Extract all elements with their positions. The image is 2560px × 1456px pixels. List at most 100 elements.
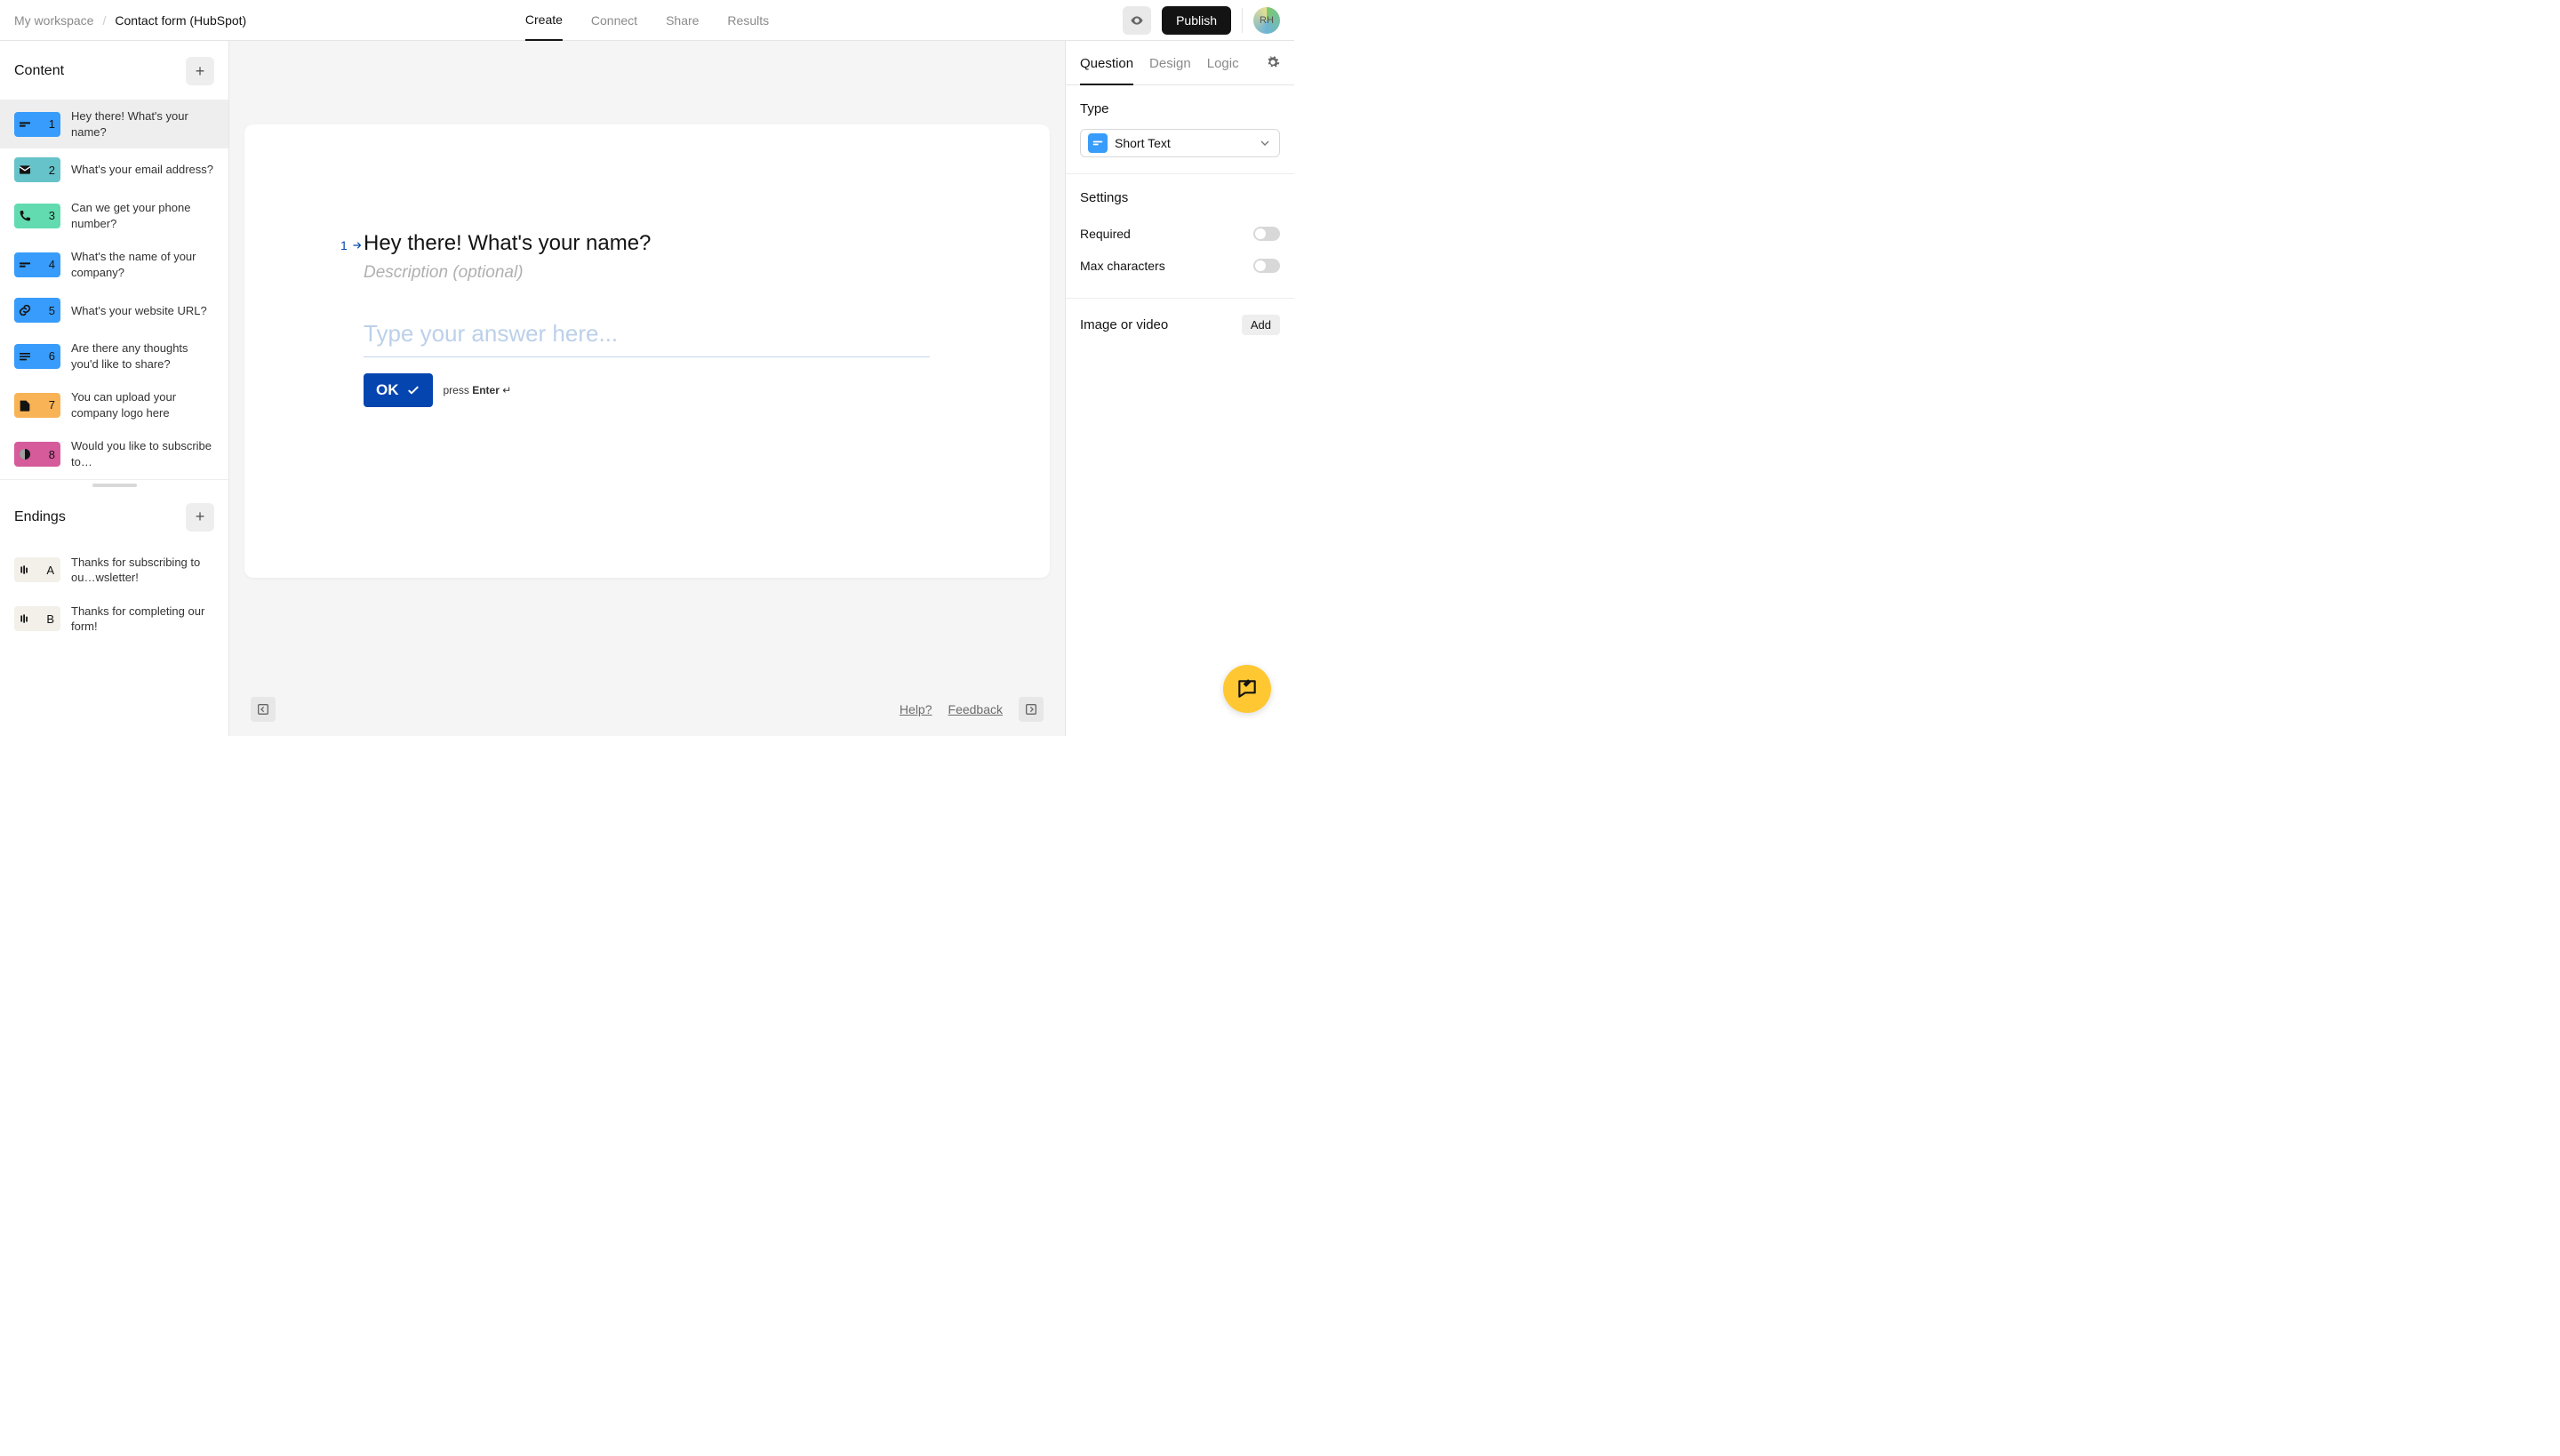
question-badge: 6 [14, 344, 60, 369]
question-item-1[interactable]: 1 Hey there! What's your name? [0, 100, 228, 148]
collapse-right-button[interactable] [1019, 697, 1044, 722]
divider [1242, 8, 1243, 33]
email-icon [18, 163, 32, 177]
question-number-badge: 4 [49, 258, 55, 271]
media-label: Image or video [1080, 317, 1168, 332]
link-icon [18, 303, 32, 317]
user-avatar[interactable]: RH [1253, 7, 1280, 34]
question-label: Would you like to subscribe to… [71, 438, 214, 469]
tab-create[interactable]: Create [525, 0, 563, 41]
required-toggle[interactable] [1253, 227, 1280, 241]
question-badge: 4 [14, 252, 60, 277]
question-badge: 8 [14, 442, 60, 467]
ending-icon [19, 564, 31, 576]
question-title-input[interactable]: Hey there! What's your name? [364, 231, 931, 256]
long-text-icon [18, 349, 32, 364]
feedback-link[interactable]: Feedback [948, 702, 1003, 716]
question-label: You can upload your company logo here [71, 389, 214, 420]
gear-icon [1266, 55, 1280, 69]
add-media-button[interactable]: Add [1242, 315, 1280, 335]
endings-header: Endings [14, 509, 66, 525]
question-item-3[interactable]: 3 Can we get your phone number? [0, 191, 228, 240]
question-label: What's your website URL? [71, 303, 214, 319]
ending-item-A[interactable]: A Thanks for subscribing to ou…wsletter! [0, 546, 228, 595]
question-number-badge: 2 [49, 164, 55, 177]
question-number-badge: 8 [49, 448, 55, 461]
short-text-icon [18, 117, 32, 132]
question-label: Are there any thoughts you'd like to sha… [71, 340, 214, 372]
form-title[interactable]: Contact form (HubSpot) [115, 13, 246, 28]
question-description-input[interactable]: Description (optional) [364, 263, 931, 283]
question-badge: 7 [14, 393, 60, 418]
chevron-down-icon [1258, 136, 1272, 150]
question-label: What's your email address? [71, 162, 214, 178]
breadcrumb: My workspace / Contact form (HubSpot) [14, 13, 246, 28]
answer-input[interactable] [364, 315, 930, 357]
settings-label: Settings [1080, 190, 1280, 205]
ending-letter: B [46, 612, 54, 626]
question-type-select[interactable]: Short Text [1080, 129, 1280, 157]
maxchars-label: Max characters [1080, 259, 1165, 273]
phone-icon [18, 209, 32, 223]
question-item-4[interactable]: 4 What's the name of your company? [0, 240, 228, 289]
short-text-icon [18, 258, 32, 272]
question-item-8[interactable]: 8 Would you like to subscribe to… [0, 429, 228, 478]
settings-gear-button[interactable] [1266, 55, 1280, 84]
top-nav: Create Connect Share Results [525, 0, 769, 41]
workspace-link[interactable]: My workspace [14, 13, 93, 28]
question-list: 1 Hey there! What's your name? 2 What's … [0, 100, 228, 480]
top-bar: My workspace / Contact form (HubSpot) Cr… [0, 0, 1294, 41]
short-text-icon [1088, 133, 1108, 153]
add-ending-button[interactable]: + [186, 503, 214, 532]
tab-logic[interactable]: Logic [1207, 56, 1239, 84]
question-item-6[interactable]: 6 Are there any thoughts you'd like to s… [0, 332, 228, 380]
tab-results[interactable]: Results [727, 0, 769, 41]
canvas-area: 1 Hey there! What's your name? Descripti… [229, 41, 1065, 736]
help-link[interactable]: Help? [900, 702, 932, 716]
question-number-badge: 3 [49, 209, 55, 222]
question-number: 1 [340, 238, 364, 252]
type-value: Short Text [1115, 136, 1171, 150]
question-badge: 5 [14, 298, 60, 323]
collapse-left-icon [256, 702, 270, 716]
tab-share[interactable]: Share [666, 0, 699, 41]
question-number-badge: 7 [49, 398, 55, 412]
question-label: What's the name of your company? [71, 249, 214, 280]
left-sidebar: Content + 1 Hey there! What's your name?… [0, 41, 229, 736]
tab-design[interactable]: Design [1149, 56, 1191, 84]
add-question-button[interactable]: + [186, 57, 214, 85]
ending-badge: A [14, 557, 60, 582]
question-number-badge: 5 [49, 304, 55, 317]
ok-button[interactable]: OK [364, 373, 433, 407]
help-fab[interactable] [1223, 665, 1271, 713]
question-badge: 2 [14, 157, 60, 182]
collapse-left-button[interactable] [251, 697, 276, 722]
required-label: Required [1080, 227, 1131, 241]
question-item-7[interactable]: 7 You can upload your company logo here [0, 380, 228, 429]
ending-label: Thanks for subscribing to ou…wsletter! [71, 555, 214, 586]
content-header: Content [14, 63, 64, 79]
enter-hint: press Enter ↵ [444, 384, 512, 396]
type-label: Type [1080, 101, 1280, 116]
canvas-footer: Help? Feedback [229, 697, 1065, 722]
eye-icon [1130, 13, 1144, 28]
ending-label: Thanks for completing our form! [71, 604, 214, 635]
preview-button[interactable] [1123, 6, 1151, 35]
right-sidebar: Question Design Logic Type Short Text Se… [1065, 41, 1294, 736]
publish-button[interactable]: Publish [1162, 6, 1231, 35]
ending-item-B[interactable]: B Thanks for completing our form! [0, 595, 228, 644]
ending-icon [19, 612, 31, 625]
question-number-badge: 6 [49, 349, 55, 363]
question-item-5[interactable]: 5 What's your website URL? [0, 289, 228, 332]
tab-connect[interactable]: Connect [591, 0, 637, 41]
question-label: Hey there! What's your name? [71, 108, 214, 140]
arrow-right-icon [351, 239, 364, 252]
breadcrumb-separator: / [102, 13, 106, 28]
tab-question[interactable]: Question [1080, 56, 1133, 85]
maxchars-toggle[interactable] [1253, 259, 1280, 273]
file-icon [18, 398, 32, 412]
question-item-2[interactable]: 2 What's your email address? [0, 148, 228, 191]
chat-icon [1236, 677, 1259, 700]
question-badge: 3 [14, 204, 60, 228]
question-badge: 1 [14, 112, 60, 137]
